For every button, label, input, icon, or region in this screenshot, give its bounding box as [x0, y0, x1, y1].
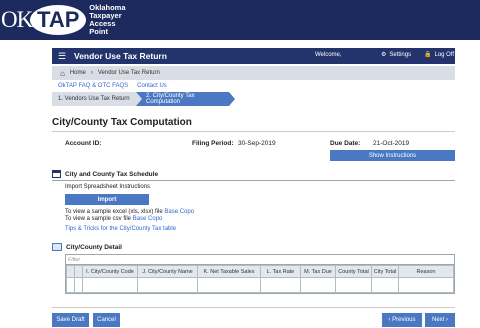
table-cell[interactable]	[260, 277, 301, 293]
table-cell[interactable]	[335, 277, 372, 293]
import-button[interactable]: Import	[65, 194, 149, 205]
lock-icon: 🔒	[424, 52, 432, 58]
sample-excel-link[interactable]: Base Copo	[164, 209, 194, 215]
previous-label: Previous	[392, 317, 416, 323]
table-cell[interactable]	[82, 277, 138, 293]
due-date-value: 21-Oct-2019	[373, 140, 410, 147]
settings-label: Settings	[389, 51, 412, 58]
column-header[interactable]: Reason	[398, 265, 454, 278]
building-icon	[52, 170, 61, 178]
app-title: Vendor Use Tax Return	[74, 51, 167, 61]
logo-word: Point	[89, 27, 108, 36]
sample-excel-text: To view a sample excel (xls, xlsx) file	[65, 209, 163, 215]
logo-tap-text: TAP	[30, 5, 87, 35]
sample-csv-text: To view a sample csv file	[65, 216, 132, 222]
column-header[interactable]: County Total	[335, 265, 372, 278]
table-header-row: I. City/County Code J. City/County Name …	[66, 265, 454, 278]
logo-ok-text: OK	[1, 7, 33, 32]
next-label: Next	[431, 317, 445, 323]
top-banner: OK TAP Oklahoma Taxpayer Access Point	[0, 0, 480, 40]
page-title: City/County Tax Computation	[52, 117, 192, 128]
breadcrumb: ⌂ Home › Vendor Use Tax Return	[52, 66, 455, 80]
table-icon	[52, 243, 62, 251]
table-cell[interactable]	[74, 277, 83, 293]
log-off-label: Log Off	[434, 51, 455, 58]
table-cell[interactable]	[197, 277, 261, 293]
divider	[52, 131, 455, 132]
table-cell[interactable]	[66, 277, 75, 293]
sample-csv-line: To view a sample csv file Base Copo	[65, 216, 162, 222]
sample-excel-line: To view a sample excel (xls, xlsx) file …	[65, 209, 194, 215]
schedule-heading: City and County Tax Schedule	[65, 170, 159, 178]
title-bar: ☰ Vendor Use Tax Return Welcome, ⚙ Setti…	[52, 48, 455, 64]
column-header[interactable]: K. Net Taxable Sales	[197, 265, 261, 278]
gear-icon: ⚙	[381, 52, 387, 58]
home-icon[interactable]: ⌂	[60, 69, 65, 78]
filing-period-label: Filing Period:	[192, 140, 234, 147]
row-action-header	[74, 265, 83, 278]
contact-link[interactable]: Contact Us	[137, 83, 167, 89]
hamburger-menu-icon[interactable]: ☰	[58, 51, 70, 62]
previous-button[interactable]: ‹ Previous	[382, 313, 422, 327]
schedule-section-header: City and County Tax Schedule	[52, 170, 455, 181]
due-date-label: Due Date:	[330, 140, 361, 147]
filter-input[interactable]: Filter	[66, 255, 454, 265]
oktap-logo[interactable]: OK TAP Oklahoma Taxpayer Access Point	[0, 3, 126, 37]
column-header[interactable]: J. City/County Name	[137, 265, 198, 278]
filing-period-value: 30-Sep-2019	[238, 140, 276, 147]
show-instructions-button[interactable]: Show Instructions	[330, 150, 455, 161]
tips-link[interactable]: Tips & Tricks for the City/County Tax ta…	[65, 226, 176, 232]
footer-divider	[52, 307, 455, 308]
table-cell[interactable]	[371, 277, 399, 293]
chevron-right-icon: ›	[444, 317, 448, 323]
column-header[interactable]: M. Tax Due	[300, 265, 336, 278]
city-county-grid: Filter I. City/County Code J. City/Count…	[65, 254, 455, 294]
table-row	[66, 277, 454, 293]
column-header[interactable]: L. Tax Rate	[260, 265, 301, 278]
cancel-button[interactable]: Cancel	[93, 313, 120, 327]
step-vendors-use-tax-return[interactable]: 1. Vendors Use Tax Return	[52, 92, 142, 106]
welcome-text: Welcome,	[315, 52, 342, 58]
import-instructions-text: Import Spreadsheet Instructions	[65, 184, 151, 190]
breadcrumb-current: Vendor Use Tax Return	[97, 70, 160, 76]
step-wizard: 1. Vendors Use Tax Return 2. City/County…	[52, 92, 235, 106]
column-header[interactable]: I. City/County Code	[82, 265, 138, 278]
help-links: OkTAP FAQ & OTC FAQS Contact Us	[58, 83, 167, 89]
faq-link[interactable]: OkTAP FAQ & OTC FAQS	[58, 83, 128, 89]
table-cell[interactable]	[300, 277, 336, 293]
detail-section-header: City/County Detail	[52, 243, 122, 251]
save-draft-button[interactable]: Save Draft	[52, 313, 89, 327]
detail-heading: City/County Detail	[66, 243, 122, 251]
log-off-button[interactable]: 🔒 Log Off	[424, 51, 455, 59]
account-id-label: Account ID:	[65, 140, 102, 147]
table-cell[interactable]	[137, 277, 198, 293]
breadcrumb-separator: ›	[90, 70, 93, 76]
column-header[interactable]: City Total	[371, 265, 399, 278]
step-city-county-computation[interactable]: 2. City/County Tax Computation	[136, 92, 235, 106]
logo-words: Oklahoma Taxpayer Access Point	[89, 4, 125, 36]
next-button[interactable]: Next ›	[425, 313, 455, 327]
breadcrumb-home[interactable]: Home	[70, 70, 86, 76]
sample-csv-link[interactable]: Base Copo	[133, 216, 163, 222]
settings-button[interactable]: ⚙ Settings	[381, 51, 412, 59]
table-cell[interactable]	[398, 277, 454, 293]
detail-table: I. City/County Code J. City/County Name …	[66, 265, 454, 293]
row-select-header[interactable]	[66, 265, 75, 278]
